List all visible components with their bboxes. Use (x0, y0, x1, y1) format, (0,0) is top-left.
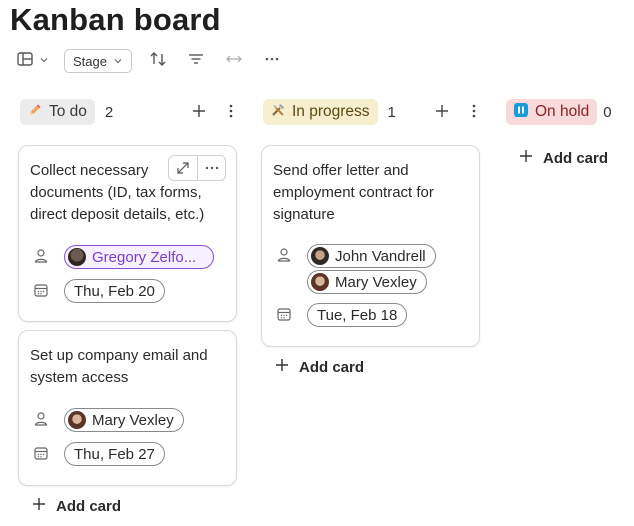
task-card[interactable]: Send offer letter and employment contrac… (261, 145, 480, 347)
column-count: 0 (603, 103, 612, 121)
pencil-icon (27, 102, 43, 123)
due-date-row: Thu, Feb 27 (30, 442, 165, 466)
card-title-line: Collect necessary (30, 162, 149, 179)
assignee-chip[interactable]: Gregory Zelfo... (64, 245, 214, 269)
avatar (68, 248, 86, 266)
add-card-button[interactable]: Add card (275, 358, 364, 376)
more-options-icon[interactable] (197, 156, 225, 180)
assignee-name: Mary Vexley (92, 411, 174, 429)
column-to-do: To do 2 (20, 98, 240, 126)
due-date-row: Thu, Feb 20 (30, 279, 165, 303)
status-pill-on-hold[interactable]: On hold (506, 99, 598, 125)
assignee-name: Gregory Zelfo... (92, 248, 197, 266)
avatar (311, 247, 329, 265)
calendar-icon (30, 279, 52, 301)
card-title: Collect necessary documents (ID, tax for… (30, 160, 205, 226)
board-view-button[interactable] (16, 50, 56, 73)
assignee-row: John Vandrell Mary Vexley (273, 244, 436, 294)
card-title: Set up company email and system access (30, 345, 208, 389)
assignee-chip[interactable]: Mary Vexley (64, 408, 184, 432)
group-by-dropdown[interactable]: Stage (64, 49, 132, 73)
column-on-hold: On hold 0 (506, 98, 634, 126)
due-date-row: Tue, Feb 18 (273, 303, 408, 327)
assignee-chip[interactable]: John Vandrell (307, 244, 436, 268)
card-hover-tools (168, 155, 226, 181)
task-card[interactable]: Collect necessary documents (ID, tax for… (18, 145, 237, 322)
person-icon (30, 245, 52, 267)
status-pill-in-progress[interactable]: In progress (263, 99, 378, 125)
more-options-icon (263, 50, 281, 73)
card-title-line: signature (273, 206, 335, 223)
sort-button[interactable] (146, 49, 170, 73)
filter-button[interactable] (184, 49, 208, 73)
column-width-icon (224, 50, 244, 73)
assignee-row: Gregory Zelfo... (30, 245, 214, 269)
person-icon (30, 408, 52, 430)
board-view-icon (16, 50, 34, 73)
expand-icon[interactable] (169, 156, 197, 180)
add-icon[interactable] (190, 102, 208, 120)
person-icon (273, 244, 295, 266)
sort-icon (148, 49, 168, 74)
column-title: On hold (535, 103, 590, 120)
calendar-icon (273, 303, 295, 325)
column-title: To do (49, 103, 87, 120)
add-card-label: Add card (299, 358, 365, 376)
avatar (311, 273, 329, 291)
status-pill-to-do[interactable]: To do (20, 99, 95, 125)
column-width-button[interactable] (222, 49, 246, 73)
filter-icon (187, 50, 205, 73)
assignee-name: Mary Vexley (335, 273, 417, 291)
column-header: On hold 0 (506, 98, 634, 126)
chevron-down-icon (113, 54, 123, 69)
add-card-button[interactable]: Add card (519, 149, 608, 167)
assignee-chip[interactable]: Mary Vexley (307, 270, 427, 294)
card-title-line: Set up company email and (30, 347, 208, 364)
add-icon (32, 497, 46, 515)
column-count: 2 (104, 103, 114, 121)
add-card-button[interactable]: Add card (32, 497, 121, 515)
more-vertical-icon[interactable] (465, 102, 483, 120)
card-title-line: documents (ID, tax forms, (30, 184, 202, 201)
card-title: Send offer letter and employment contrac… (273, 160, 434, 226)
assignee-name: John Vandrell (335, 247, 426, 265)
avatar (68, 411, 86, 429)
task-card[interactable]: Set up company email and system access M… (18, 330, 237, 486)
group-by-label: Stage (73, 53, 107, 69)
due-date-chip[interactable]: Thu, Feb 27 (64, 442, 165, 466)
more-options-button[interactable] (260, 49, 284, 73)
add-icon (519, 149, 533, 167)
due-date-chip[interactable]: Tue, Feb 18 (307, 303, 408, 327)
due-date-chip[interactable]: Thu, Feb 20 (64, 279, 165, 303)
column-title: In progress (292, 103, 370, 120)
column-actions (433, 102, 483, 120)
tools-icon (270, 102, 286, 123)
chevron-down-icon (39, 52, 49, 70)
card-title-line: Send offer letter and (273, 162, 409, 179)
add-icon[interactable] (433, 102, 451, 120)
add-card-label: Add card (56, 497, 122, 515)
card-title-line: employment contract for (273, 184, 434, 201)
card-title-line: direct deposit details, etc.) (30, 206, 205, 223)
board-toolbar: Stage (16, 48, 284, 74)
assignee-row: Mary Vexley (30, 408, 184, 432)
column-in-progress: In progress 1 (263, 98, 483, 126)
pause-icon (513, 102, 529, 123)
column-count: 1 (387, 103, 396, 121)
page-title: Kanban board (10, 2, 221, 37)
card-title-line: system access (30, 369, 129, 386)
add-icon (275, 358, 289, 376)
column-actions (190, 102, 240, 120)
more-vertical-icon[interactable] (222, 102, 240, 120)
add-card-label: Add card (543, 149, 609, 167)
calendar-icon (30, 442, 52, 464)
